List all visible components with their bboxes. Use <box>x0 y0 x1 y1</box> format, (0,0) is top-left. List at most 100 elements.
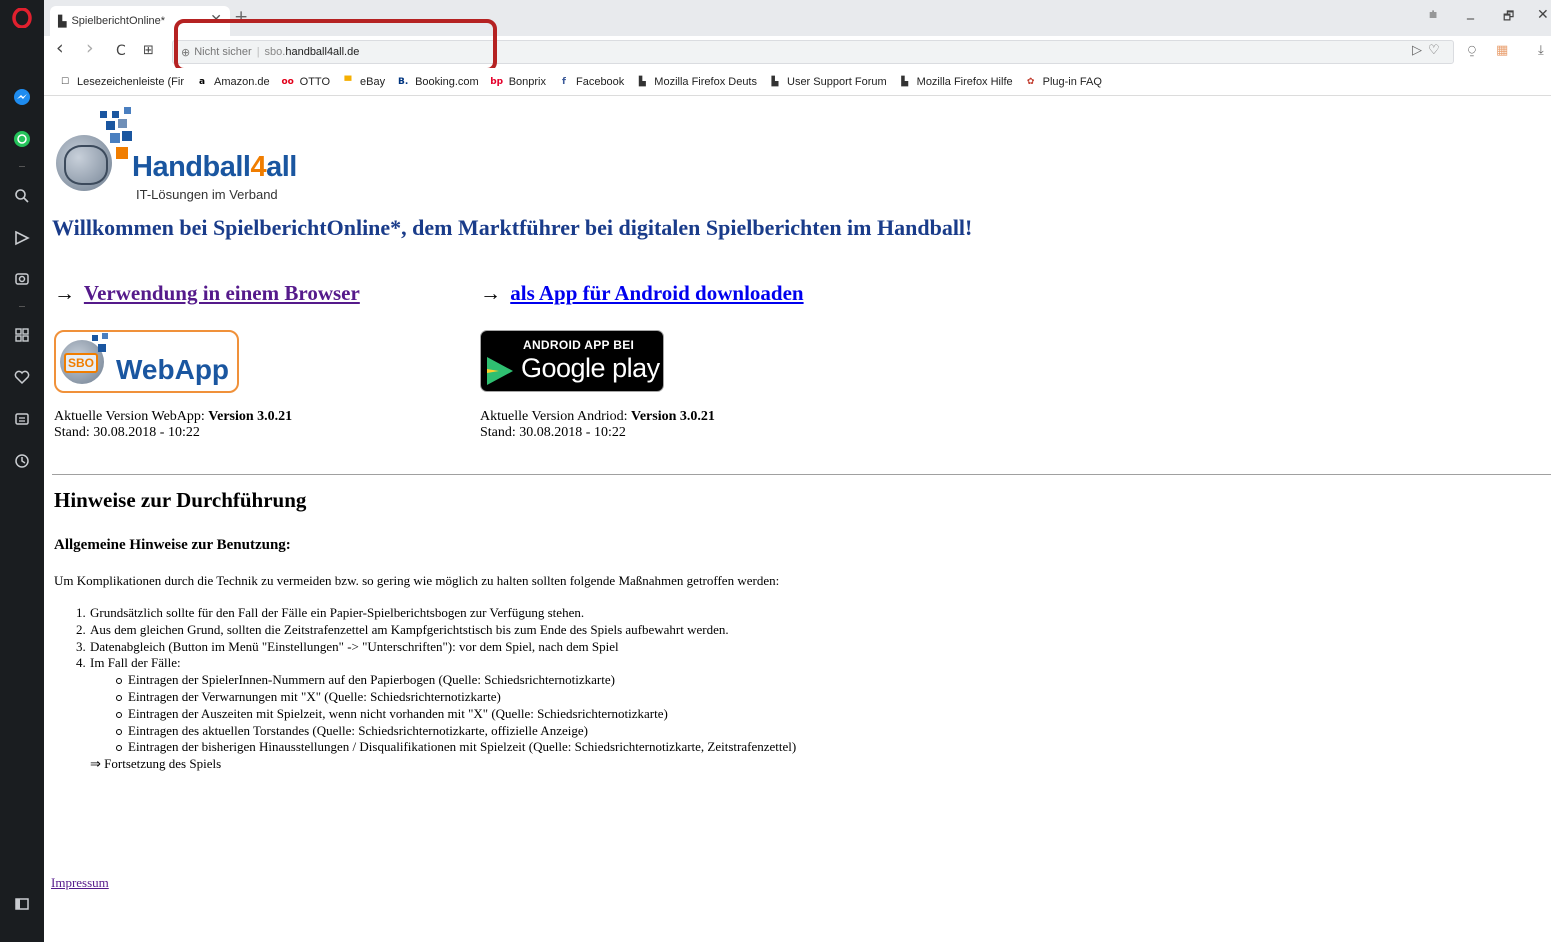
bookmark-heart-icon[interactable]: ♡ <box>1428 43 1440 58</box>
window-close-button[interactable]: ✕ <box>1537 7 1549 23</box>
webapp-version-number: Version 3.0.21 <box>208 409 293 424</box>
list-text: Grundsätzlich sollte für den Fall der Fä… <box>90 605 585 620</box>
list-number: 4. <box>76 655 86 671</box>
logo-pixel <box>112 111 119 118</box>
list-number: 3. <box>76 638 86 654</box>
download-icon[interactable]: ⤓ <box>1538 43 1544 58</box>
impressum-link[interactable]: Impressum <box>51 875 109 891</box>
intro-text: Um Komplikationen durch die Technik zu v… <box>54 573 780 588</box>
page-icon: ▙ <box>638 76 646 87</box>
android-version-number: Version 3.0.21 <box>631 409 715 424</box>
folder-icon: ☐ <box>60 76 70 87</box>
arrow-glyph: → <box>480 281 501 305</box>
list-number: 1. <box>76 605 86 620</box>
bookmark-item[interactable]: f Facebook <box>557 75 624 89</box>
bookmark-label: Mozilla Firefox Hilfe <box>916 75 1013 88</box>
opera-logo-icon[interactable] <box>10 6 34 30</box>
booking-icon: B. <box>397 76 409 87</box>
sublist-item: Eintragen der Auszeiten mit Spielzeit, w… <box>54 706 796 723</box>
list-text: Im Fall der Fälle: <box>90 655 181 671</box>
bookmark-item[interactable]: ▙ Mozilla Firefox Deuts <box>635 75 757 89</box>
ebay-icon: ▀ <box>344 76 352 87</box>
page-icon: ▙ <box>901 76 909 87</box>
list-item: 3. Datenabgleich (Button im Menü "Einstel… <box>54 639 796 656</box>
sublist-item: Eintragen der bisherigen Hinausstellunge… <box>54 739 796 756</box>
instructions-list: 1. Grundsätzlich sollte für den Fall der … <box>54 605 796 773</box>
bookmark-label: Amazon.de <box>214 75 270 88</box>
bookmarks-bar: ☐ Lesezeichenleiste (Fir a Amazon.de oo OTTO ▀… <box>44 68 1551 96</box>
page-content: Handball4all IT-Lösungen im Verband Will… <box>44 97 1551 942</box>
bookmark-item[interactable]: B. Booking.com <box>396 75 479 89</box>
google-play-icon <box>487 357 513 385</box>
logo-wordmark: Handball4all <box>132 151 297 183</box>
bookmark-label: Lesezeichenleiste (Fir <box>77 75 184 88</box>
list-text: Aus dem gleichen Grund, sollten die Zeit… <box>90 621 729 637</box>
opera-sidebar <box>0 0 44 942</box>
webapp-button[interactable]: SBO WebApp <box>54 330 239 393</box>
extension-icon[interactable]: ▦ <box>1496 43 1508 58</box>
tab-menu-icon[interactable]: ⩧ <box>1429 7 1437 23</box>
sublist-item: Eintragen der Verwarnungen mit "X" (Quel… <box>54 689 796 706</box>
handball4all-logo[interactable]: Handball4all IT-Lösungen im Verband <box>54 107 344 202</box>
page-icon: ▙ <box>771 76 779 87</box>
forward-button[interactable]: › <box>86 37 94 59</box>
reload-button[interactable]: C <box>116 43 126 59</box>
webapp-label: WebApp <box>116 354 230 385</box>
speed-dial-button[interactable]: ⊞ <box>143 43 154 58</box>
bonprix-icon: bp <box>490 76 504 87</box>
heart-bookmarks-icon[interactable] <box>10 365 34 389</box>
search-icon[interactable] <box>10 184 34 208</box>
facebook-icon: f <box>562 76 566 87</box>
logo-pixel <box>100 111 107 118</box>
logo-pixel <box>102 333 108 339</box>
subsection-title: Allgemeine Hinweise zur Benutzung: <box>54 537 291 553</box>
vpn-icon[interactable]: ⍜ <box>1468 43 1476 58</box>
bookmark-item[interactable]: ▀ eBay <box>341 75 386 89</box>
bookmark-item[interactable]: ▙ User Support Forum <box>768 75 887 89</box>
sidebar-toggle-icon[interactable] <box>10 892 34 916</box>
sublist-item: Eintragen des aktuellen Torstandes (Quel… <box>54 723 796 740</box>
bookmark-item[interactable]: bp Bonprix <box>490 75 546 89</box>
restore-button[interactable]: 🗗 <box>1503 7 1514 28</box>
bookmark-item[interactable]: ☐ Lesezeichenleiste (Fir <box>58 75 184 89</box>
browser-usage-link[interactable]: Verwendung in einem Browser <box>84 281 360 305</box>
sidebar-separator <box>19 306 25 307</box>
google-play-button[interactable]: ANDROID APP BEI Google play <box>480 330 664 392</box>
bookmark-item[interactable]: ✿ Plug-in FAQ <box>1024 75 1102 89</box>
send-flow-icon[interactable]: ▷ <box>1412 43 1422 58</box>
amazon-icon: a <box>198 76 206 87</box>
logo-pixel <box>118 119 127 128</box>
logo-pixel <box>92 335 98 341</box>
logo-pixel <box>124 107 131 114</box>
bookmark-label: Mozilla Firefox Deuts <box>654 75 757 88</box>
bookmark-item[interactable]: a Amazon.de <box>195 75 270 89</box>
android-version-date: Stand: 30.08.2018 - 10:22 <box>480 425 626 440</box>
messenger-icon[interactable] <box>10 85 34 109</box>
history-clock-icon[interactable] <box>10 449 34 473</box>
flow-send-icon[interactable] <box>10 226 34 250</box>
section-title: Hinweise zur Durchführung <box>54 488 307 512</box>
bookmark-label: User Support Forum <box>787 75 887 88</box>
list-number: 2. <box>76 621 86 637</box>
continuation-text: ⇒ Fortsetzung des Spiels <box>90 756 222 772</box>
logo-tagline: IT-Lösungen im Verband <box>136 187 278 202</box>
snapshot-camera-icon[interactable] <box>10 266 34 290</box>
otto-icon: oo <box>281 76 294 87</box>
bookmark-item[interactable]: ▙ Mozilla Firefox Hilfe <box>898 75 1013 89</box>
back-button[interactable]: ‹ <box>56 37 64 59</box>
news-icon[interactable] <box>10 407 34 431</box>
url-highlight-box <box>174 19 497 72</box>
whatsapp-icon[interactable] <box>10 127 34 151</box>
webapp-version-info: Aktuelle Version WebApp: Version 3.0.21 … <box>54 409 293 440</box>
speed-dial-icon[interactable] <box>10 323 34 347</box>
bookmark-label: Facebook <box>575 75 625 88</box>
minimize-button[interactable]: _ <box>1467 4 1474 20</box>
tab-title: SpielberichtOnline* <box>71 15 166 27</box>
bookmark-item[interactable]: oo OTTO <box>281 75 330 89</box>
document-icon: ▙ <box>58 14 67 28</box>
bookmark-label: Bonprix <box>508 75 546 88</box>
logo-pixel <box>110 133 120 143</box>
android-download-link[interactable]: als App für Android downloaden <box>510 281 803 305</box>
bookmark-label: OTTO <box>299 75 331 88</box>
list-item: 2. Aus dem gleichen Grund, sollten die Ze… <box>54 622 796 639</box>
